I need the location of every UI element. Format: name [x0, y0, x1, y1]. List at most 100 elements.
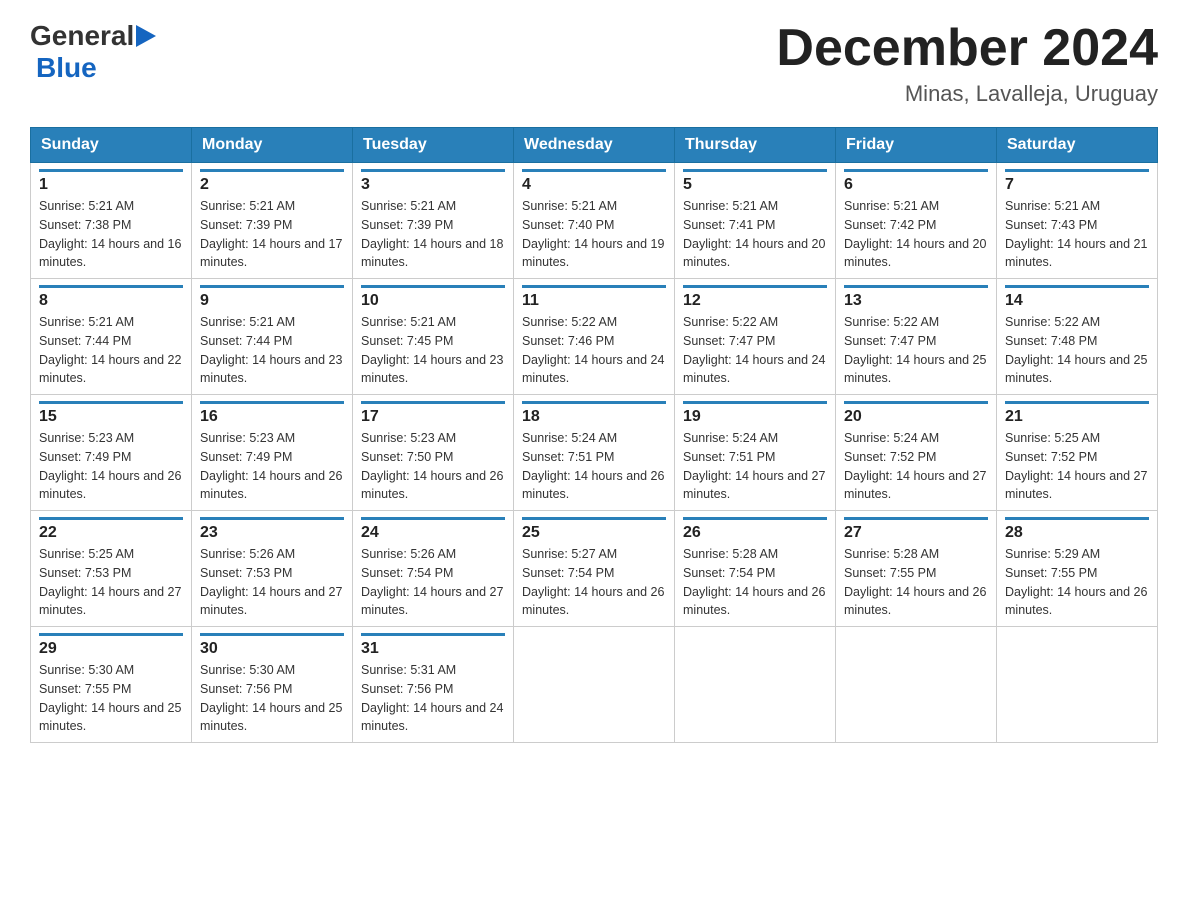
day-number: 27 — [844, 517, 988, 542]
day-info: Sunrise: 5:21 AMSunset: 7:41 PMDaylight:… — [683, 197, 827, 272]
day-number: 15 — [39, 401, 183, 426]
day-info: Sunrise: 5:26 AMSunset: 7:53 PMDaylight:… — [200, 545, 344, 620]
day-number: 28 — [1005, 517, 1149, 542]
day-info: Sunrise: 5:22 AMSunset: 7:47 PMDaylight:… — [844, 313, 988, 388]
day-info: Sunrise: 5:26 AMSunset: 7:54 PMDaylight:… — [361, 545, 505, 620]
day-number: 19 — [683, 401, 827, 426]
day-number: 18 — [522, 401, 666, 426]
week-row-4: 22 Sunrise: 5:25 AMSunset: 7:53 PMDayligh… — [31, 511, 1158, 627]
day-number: 14 — [1005, 285, 1149, 310]
day-info: Sunrise: 5:21 AMSunset: 7:39 PMDaylight:… — [200, 197, 344, 272]
calendar-cell-day-6: 6 Sunrise: 5:21 AMSunset: 7:42 PMDaylight… — [836, 163, 997, 279]
calendar-cell-day-5: 5Sunrise: 5:21 AMSunset: 7:41 PMDaylight… — [675, 163, 836, 279]
day-info: Sunrise: 5:25 AMSunset: 7:53 PMDaylight:… — [39, 545, 183, 620]
day-info: Sunrise: 5:28 AMSunset: 7:54 PMDaylight:… — [683, 545, 827, 620]
calendar-cell-day-4: 4 Sunrise: 5:21 AMSunset: 7:40 PMDaylight… — [514, 163, 675, 279]
calendar-cell-day-2: 2 Sunrise: 5:21 AMSunset: 7:39 PMDaylight… — [192, 163, 353, 279]
day-info: Sunrise: 5:23 AMSunset: 7:50 PMDaylight:… — [361, 429, 505, 504]
day-number: 29 — [39, 633, 183, 658]
calendar-cell-day-28: 28 Sunrise: 5:29 AMSunset: 7:55 PMDayligh… — [997, 511, 1158, 627]
week-row-2: 8 Sunrise: 5:21 AMSunset: 7:44 PMDaylight… — [31, 279, 1158, 395]
calendar-cell-day-29: 29 Sunrise: 5:30 AMSunset: 7:55 PMDayligh… — [31, 627, 192, 743]
calendar-cell-day-26: 26Sunrise: 5:28 AMSunset: 7:54 PMDayligh… — [675, 511, 836, 627]
logo-blue-text: Blue — [36, 52, 97, 83]
calendar-cell-day-14: 14Sunrise: 5:22 AMSunset: 7:48 PMDayligh… — [997, 279, 1158, 395]
day-number: 23 — [200, 517, 344, 542]
day-info: Sunrise: 5:31 AMSunset: 7:56 PMDaylight:… — [361, 661, 505, 736]
day-info: Sunrise: 5:21 AMSunset: 7:44 PMDaylight:… — [200, 313, 344, 388]
day-info: Sunrise: 5:27 AMSunset: 7:54 PMDaylight:… — [522, 545, 666, 620]
day-info: Sunrise: 5:21 AMSunset: 7:39 PMDaylight:… — [361, 197, 505, 272]
calendar-cell-day-15: 15 Sunrise: 5:23 AMSunset: 7:49 PMDayligh… — [31, 395, 192, 511]
month-title: December 2024 — [776, 20, 1158, 77]
day-number: 2 — [200, 169, 344, 194]
day-number: 20 — [844, 401, 988, 426]
logo-general-text: General — [30, 20, 134, 52]
calendar-cell-day-10: 10Sunrise: 5:21 AMSunset: 7:45 PMDayligh… — [353, 279, 514, 395]
day-info: Sunrise: 5:30 AMSunset: 7:55 PMDaylight:… — [39, 661, 183, 736]
day-number: 17 — [361, 401, 505, 426]
calendar-cell-day-20: 20 Sunrise: 5:24 AMSunset: 7:52 PMDayligh… — [836, 395, 997, 511]
calendar-cell-day-3: 3 Sunrise: 5:21 AMSunset: 7:39 PMDaylight… — [353, 163, 514, 279]
calendar-cell-day-9: 9Sunrise: 5:21 AMSunset: 7:44 PMDaylight… — [192, 279, 353, 395]
day-number: 24 — [361, 517, 505, 542]
day-info: Sunrise: 5:21 AMSunset: 7:38 PMDaylight:… — [39, 197, 183, 272]
day-number: 3 — [361, 169, 505, 194]
day-number: 31 — [361, 633, 505, 658]
day-info: Sunrise: 5:22 AMSunset: 7:47 PMDaylight:… — [683, 313, 827, 388]
day-info: Sunrise: 5:29 AMSunset: 7:55 PMDaylight:… — [1005, 545, 1149, 620]
weekday-header-sunday: Sunday — [31, 128, 192, 163]
day-number: 6 — [844, 169, 988, 194]
day-number: 11 — [522, 285, 666, 310]
day-info: Sunrise: 5:24 AMSunset: 7:51 PMDaylight:… — [683, 429, 827, 504]
day-info: Sunrise: 5:21 AMSunset: 7:44 PMDaylight:… — [39, 313, 183, 388]
weekday-header-monday: Monday — [192, 128, 353, 163]
day-info: Sunrise: 5:23 AMSunset: 7:49 PMDaylight:… — [39, 429, 183, 504]
day-number: 4 — [522, 169, 666, 194]
calendar-cell-day-empty — [836, 627, 997, 743]
week-row-3: 15 Sunrise: 5:23 AMSunset: 7:49 PMDayligh… — [31, 395, 1158, 511]
day-number: 1 — [39, 169, 183, 194]
location-title: Minas, Lavalleja, Uruguay — [776, 81, 1158, 107]
calendar-cell-day-21: 21 Sunrise: 5:25 AMSunset: 7:52 PMDayligh… — [997, 395, 1158, 511]
calendar-cell-day-18: 18 Sunrise: 5:24 AMSunset: 7:51 PMDayligh… — [514, 395, 675, 511]
day-number: 8 — [39, 285, 183, 310]
calendar-cell-day-30: 30Sunrise: 5:30 AMSunset: 7:56 PMDayligh… — [192, 627, 353, 743]
day-number: 16 — [200, 401, 344, 426]
calendar-cell-day-13: 13 Sunrise: 5:22 AMSunset: 7:47 PMDayligh… — [836, 279, 997, 395]
calendar-cell-day-16: 16 Sunrise: 5:23 AMSunset: 7:49 PMDayligh… — [192, 395, 353, 511]
calendar-cell-day-empty — [514, 627, 675, 743]
day-number: 10 — [361, 285, 505, 310]
calendar-cell-day-empty — [675, 627, 836, 743]
day-info: Sunrise: 5:28 AMSunset: 7:55 PMDaylight:… — [844, 545, 988, 620]
calendar-cell-day-1: 1 Sunrise: 5:21 AMSunset: 7:38 PMDaylight… — [31, 163, 192, 279]
calendar-table: SundayMondayTuesdayWednesdayThursdayFrid… — [30, 127, 1158, 743]
weekday-header-row: SundayMondayTuesdayWednesdayThursdayFrid… — [31, 128, 1158, 163]
calendar-cell-day-empty — [997, 627, 1158, 743]
day-number: 25 — [522, 517, 666, 542]
day-number: 22 — [39, 517, 183, 542]
logo: General Blue — [30, 20, 156, 84]
calendar-cell-day-31: 31 Sunrise: 5:31 AMSunset: 7:56 PMDayligh… — [353, 627, 514, 743]
day-info: Sunrise: 5:21 AMSunset: 7:43 PMDaylight:… — [1005, 197, 1149, 272]
calendar-cell-day-19: 19 Sunrise: 5:24 AMSunset: 7:51 PMDayligh… — [675, 395, 836, 511]
calendar-cell-day-22: 22 Sunrise: 5:25 AMSunset: 7:53 PMDayligh… — [31, 511, 192, 627]
title-section: December 2024 Minas, Lavalleja, Uruguay — [776, 20, 1158, 107]
day-info: Sunrise: 5:24 AMSunset: 7:51 PMDaylight:… — [522, 429, 666, 504]
calendar-cell-day-7: 7Sunrise: 5:21 AMSunset: 7:43 PMDaylight… — [997, 163, 1158, 279]
weekday-header-friday: Friday — [836, 128, 997, 163]
calendar-cell-day-23: 23 Sunrise: 5:26 AMSunset: 7:53 PMDayligh… — [192, 511, 353, 627]
calendar-cell-day-8: 8 Sunrise: 5:21 AMSunset: 7:44 PMDaylight… — [31, 279, 192, 395]
day-number: 13 — [844, 285, 988, 310]
day-info: Sunrise: 5:25 AMSunset: 7:52 PMDaylight:… — [1005, 429, 1149, 504]
day-info: Sunrise: 5:21 AMSunset: 7:40 PMDaylight:… — [522, 197, 666, 272]
day-number: 21 — [1005, 401, 1149, 426]
day-number: 30 — [200, 633, 344, 658]
week-row-5: 29 Sunrise: 5:30 AMSunset: 7:55 PMDayligh… — [31, 627, 1158, 743]
calendar-cell-day-27: 27 Sunrise: 5:28 AMSunset: 7:55 PMDayligh… — [836, 511, 997, 627]
day-info: Sunrise: 5:24 AMSunset: 7:52 PMDaylight:… — [844, 429, 988, 504]
page-header: General Blue December 2024 Minas, Lavall… — [30, 20, 1158, 107]
day-info: Sunrise: 5:23 AMSunset: 7:49 PMDaylight:… — [200, 429, 344, 504]
calendar-cell-day-24: 24 Sunrise: 5:26 AMSunset: 7:54 PMDayligh… — [353, 511, 514, 627]
day-info: Sunrise: 5:21 AMSunset: 7:42 PMDaylight:… — [844, 197, 988, 272]
